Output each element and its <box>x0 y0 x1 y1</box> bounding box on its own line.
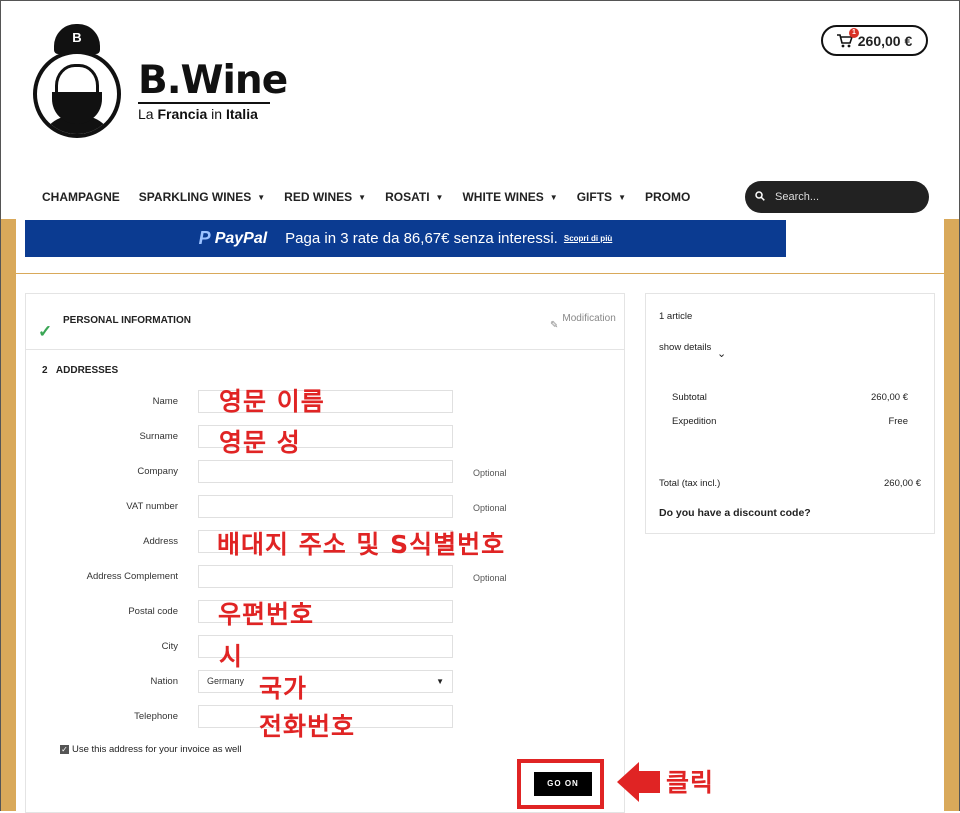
cart-button[interactable]: 1 260,00 € <box>821 25 928 56</box>
field-label: City <box>161 641 178 652</box>
paypal-text: Paga in 3 rate da 86,67€ senza interessi… <box>285 230 558 247</box>
annotation-city: 시 <box>219 642 244 671</box>
search-bar <box>745 181 929 213</box>
optional-hint: Optional <box>473 503 507 513</box>
field-label: Name <box>152 396 178 407</box>
expedition-label: Expedition <box>672 416 717 427</box>
show-details-link[interactable]: show details <box>659 342 711 353</box>
logo-title: B.Wine <box>138 58 288 103</box>
form-row-nation: Nation Germany ▼ <box>26 670 624 694</box>
chevron-down-icon: ▼ <box>257 192 266 202</box>
site-logo[interactable]: B B.Wine La Francia in Italia <box>30 22 288 144</box>
optional-hint: Optional <box>473 468 507 478</box>
gold-side-left <box>1 219 16 811</box>
annotation-click: 클릭 <box>666 768 715 797</box>
field-label: Company <box>137 466 178 477</box>
form-row-surname: Surname <box>26 425 624 449</box>
paypal-logo: P PayPal <box>198 228 268 248</box>
form-row-address-complement: Address Complement Optional <box>26 565 624 589</box>
annotation-address: 배대지 주소 및 S식별번호 <box>217 530 506 559</box>
paypal-learn-more-link[interactable]: Scopri di più <box>564 234 612 243</box>
nav-item-gifts[interactable]: GIFTS ▼ <box>577 190 626 204</box>
nation-select[interactable]: Germany ▼ <box>198 670 453 693</box>
field-label: Surname <box>139 431 178 442</box>
optional-hint: Optional <box>473 573 507 583</box>
form-row-postal-code: Postal code <box>26 600 624 624</box>
red-arrow-icon <box>617 762 639 802</box>
cart-count-badge: 1 <box>849 28 859 38</box>
nav-item-champagne[interactable]: CHAMPAGNE <box>42 190 120 204</box>
nav-item-red-wines[interactable]: RED WINES ▼ <box>284 190 366 204</box>
paypal-banner[interactable]: P PayPal Paga in 3 rate da 86,67€ senza i… <box>25 220 786 257</box>
field-label: Address Complement <box>86 571 178 582</box>
vat-input[interactable] <box>198 495 453 518</box>
chevron-down-icon: ▼ <box>618 192 626 202</box>
caret-down-icon: ▼ <box>436 677 444 686</box>
total-value: 260,00 € <box>884 478 921 489</box>
form-row-city: City <box>26 635 624 659</box>
paypal-p-icon: P <box>198 228 211 248</box>
form-row-name: Name <box>26 390 624 414</box>
cart-total: 260,00 € <box>857 32 913 49</box>
nav-item-rosati[interactable]: ROSATI ▼ <box>385 190 443 204</box>
chevron-down-icon: ▼ <box>358 192 367 202</box>
field-label: Telephone <box>134 711 178 722</box>
nav-item-white-wines[interactable]: WHITE WINES ▼ <box>462 190 557 204</box>
field-label: Postal code <box>128 606 178 617</box>
chevron-down-icon: ▼ <box>549 192 558 202</box>
logo-tagline: La Francia in Italia <box>138 102 270 122</box>
company-input[interactable] <box>198 460 453 483</box>
field-label: Address <box>143 536 178 547</box>
address-complement-input[interactable] <box>198 565 453 588</box>
main-nav: CHAMPAGNE SPARKLING WINES ▼ RED WINES ▼ RO… <box>42 190 709 204</box>
logo-emblem <box>33 50 121 138</box>
article-count: 1 article <box>659 311 693 322</box>
discount-code-link[interactable]: Do you have a discount code? <box>659 507 811 519</box>
total-label: Total (tax incl.) <box>659 478 721 489</box>
order-summary-panel: 1 article show details ⌄ Subtotal 260,00… <box>645 293 935 534</box>
go-on-button[interactable]: GO ON <box>534 772 592 796</box>
nav-item-sparkling-wines[interactable]: SPARKLING WINES ▼ <box>139 190 265 204</box>
form-row-company: Company Optional <box>26 460 624 484</box>
pencil-icon: ✎ <box>550 320 559 331</box>
annotation-surname: 영문 성 <box>219 428 301 457</box>
subtotal-label: Subtotal <box>672 392 707 403</box>
annotation-nation: 국가 <box>259 674 308 703</box>
step-title: PERSONAL INFORMATION <box>63 315 191 326</box>
nav-item-promo[interactable]: PROMO <box>645 190 690 204</box>
logo-cap: B <box>54 24 100 54</box>
highlight-box: GO ON <box>517 759 604 809</box>
annotation-phone: 전화번호 <box>259 712 356 741</box>
red-arrow-tail <box>638 771 660 793</box>
form-row-vat: VAT number Optional <box>26 495 624 519</box>
header-divider <box>16 273 944 274</box>
expedition-value: Free <box>888 416 908 427</box>
subtotal-value: 260,00 € <box>871 392 908 403</box>
nation-selected-value: Germany <box>207 676 245 686</box>
check-icon: ✓ <box>38 322 53 341</box>
field-label: VAT number <box>126 501 178 512</box>
chevron-down-icon[interactable]: ⌄ <box>717 347 726 360</box>
modify-link[interactable]: ✎ Modification <box>550 313 616 331</box>
field-label: Nation <box>150 676 178 687</box>
search-icon <box>755 188 765 206</box>
search-input[interactable] <box>773 190 917 204</box>
step-personal-information: ✓ PERSONAL INFORMATION ✎ Modification <box>26 294 624 350</box>
annotation-name: 영문 이름 <box>219 387 325 416</box>
annotation-postal: 우편번호 <box>218 600 315 629</box>
gold-side-right <box>944 219 959 811</box>
invoice-address-checkbox-row[interactable]: ✓ Use this address for your invoice as w… <box>60 744 242 755</box>
checkbox-checked-icon[interactable]: ✓ <box>60 745 69 754</box>
step-addresses-title: 2 ADDRESSES <box>42 365 119 376</box>
invoice-label: Use this address for your invoice as wel… <box>72 744 242 755</box>
chevron-down-icon: ▼ <box>435 192 444 202</box>
